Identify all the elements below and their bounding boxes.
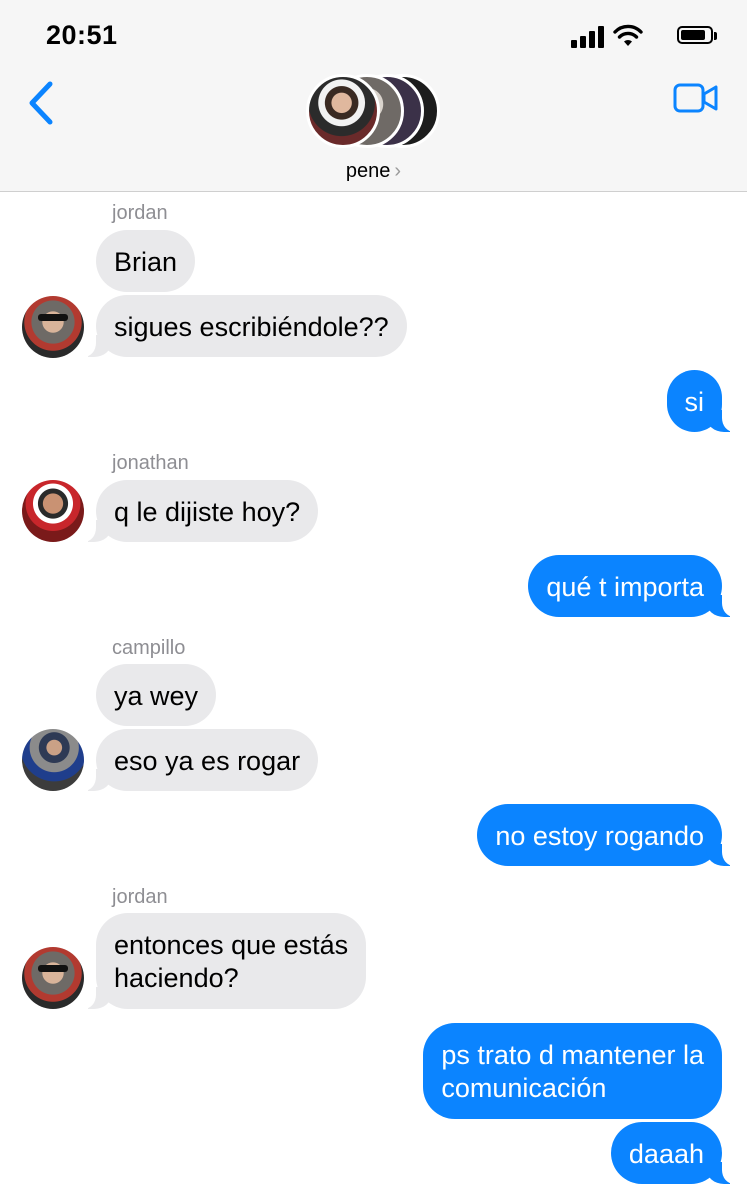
signal-icon <box>571 24 605 48</box>
incoming-message[interactable]: eso ya es rogar <box>75 729 319 791</box>
group-name: pene <box>345 160 391 182</box>
status-icons <box>557 24 717 50</box>
outgoing-message[interactable]: qué t importa <box>528 555 742 617</box>
outgoing-message[interactable]: si <box>666 370 742 432</box>
sender-name: jonathan <box>112 452 189 474</box>
avatar-jonathan[interactable] <box>22 480 84 542</box>
message-line: comunicación <box>441 1073 607 1103</box>
avatar-jordan[interactable] <box>22 296 84 358</box>
back-chevron-icon[interactable] <box>26 80 56 126</box>
conversation-header: 20:51 pene › <box>0 0 747 192</box>
sender-name: jordan <box>112 202 168 224</box>
wifi-icon <box>613 24 643 46</box>
avatar-jordan[interactable] <box>22 947 84 1009</box>
outgoing-message[interactable]: daaah <box>610 1122 743 1184</box>
battery-tip <box>714 32 717 40</box>
incoming-message[interactable]: sigues escribiéndole?? <box>76 295 407 357</box>
outgoing-message[interactable]: ps trato d mantener la comunicación <box>423 1023 722 1119</box>
incoming-message[interactable]: Brian <box>96 230 196 292</box>
status-time: 20:51 <box>46 20 118 50</box>
outgoing-message[interactable]: no estoy rogando <box>477 804 742 866</box>
message-line: entonces que estás <box>114 930 349 960</box>
sender-name: campillo <box>112 637 186 659</box>
battery-icon <box>677 26 713 44</box>
group-avatar-stack[interactable] <box>306 74 446 154</box>
incoming-message[interactable]: entonces que estás haciendo? <box>75 913 367 1009</box>
message-line: ps trato d mantener la <box>441 1040 704 1070</box>
group-avatar-1 <box>306 74 380 148</box>
avatar-campillo[interactable] <box>22 729 84 791</box>
group-name-button[interactable]: pene › <box>0 160 747 183</box>
incoming-message[interactable]: q le dijiste hoy? <box>75 480 319 542</box>
video-camera-icon[interactable] <box>673 82 719 114</box>
message-line: haciendo? <box>114 963 239 993</box>
incoming-message[interactable]: ya wey <box>96 664 217 726</box>
sender-name: jordan <box>112 886 168 908</box>
chevron-right-icon: › <box>394 160 402 182</box>
